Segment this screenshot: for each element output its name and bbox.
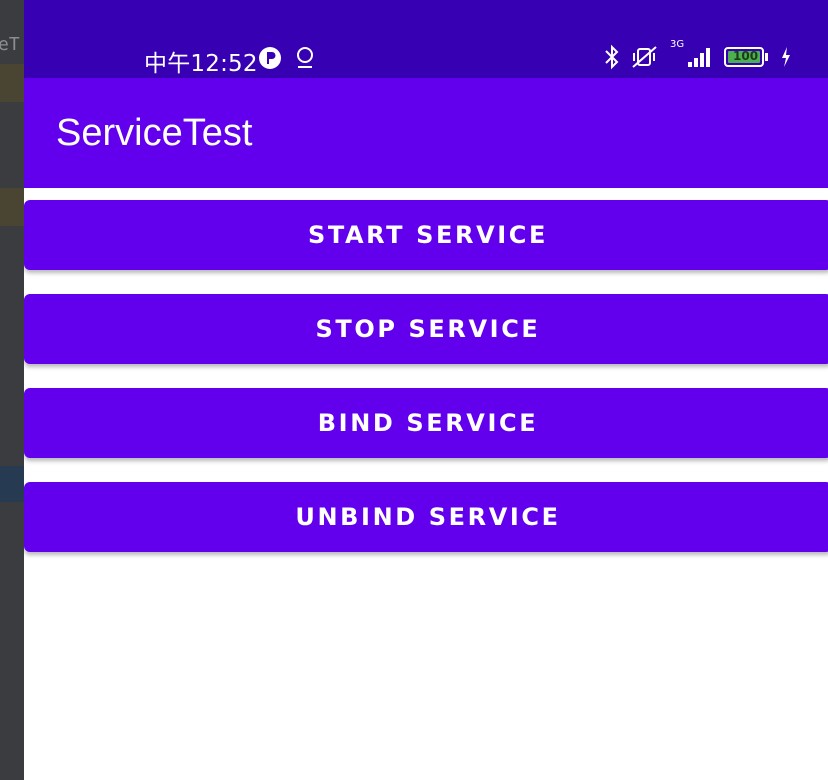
phone-screen: 中午12:52 3G 100 ServiceTest START SERVICE… xyxy=(24,0,828,780)
vibrate-off-icon xyxy=(630,44,660,70)
ide-background-strip: eT xyxy=(0,0,24,780)
bind-service-button[interactable]: BIND SERVICE xyxy=(24,388,828,458)
app-bar: ServiceTest xyxy=(24,78,828,188)
stop-service-button[interactable]: STOP SERVICE xyxy=(24,294,828,364)
bluetooth-icon xyxy=(604,44,620,70)
start-service-button[interactable]: START SERVICE xyxy=(24,200,828,270)
app-notification-icon xyxy=(258,46,282,70)
ide-highlight-band xyxy=(0,64,24,102)
charging-icon xyxy=(780,45,792,69)
content-area: START SERVICE STOP SERVICE BIND SERVICE … xyxy=(24,188,828,780)
location-icon xyxy=(294,46,316,70)
app-title: ServiceTest xyxy=(56,112,253,154)
status-bar: 中午12:52 3G 100 xyxy=(24,0,828,78)
ide-highlight-band xyxy=(0,188,24,226)
battery-level: 100 xyxy=(733,49,759,63)
network-type-label: 3G xyxy=(670,39,685,50)
ide-selection-band xyxy=(0,466,24,502)
status-time: 中午12:52 xyxy=(144,51,258,77)
signal-icon: 3G xyxy=(670,39,714,69)
ide-editor-text: eT xyxy=(0,34,20,55)
battery-icon: 100 xyxy=(724,46,770,68)
unbind-service-button[interactable]: UNBIND SERVICE xyxy=(24,482,828,552)
